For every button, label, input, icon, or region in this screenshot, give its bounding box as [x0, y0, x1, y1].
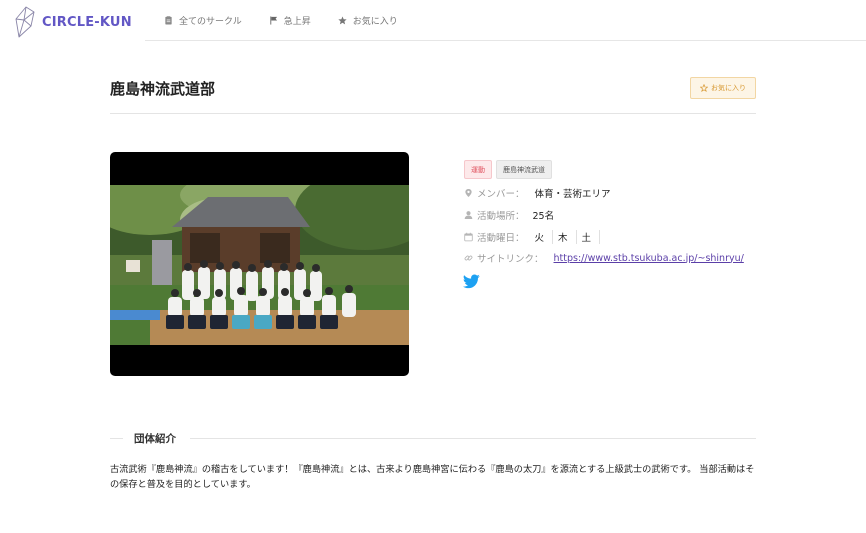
- page-title: 鹿島神流武道部: [110, 80, 216, 98]
- section-divider: [190, 438, 756, 439]
- day-value: 火: [530, 230, 554, 244]
- star-outline-icon: [700, 84, 708, 92]
- tag-category[interactable]: 運動: [464, 160, 492, 179]
- days-label: 活動曜日：: [477, 233, 525, 244]
- person-icon: [464, 210, 473, 220]
- brand-name: CIRCLE-KUN: [42, 14, 132, 30]
- flag-icon: [270, 16, 277, 25]
- days-row: 活動曜日： 火 木 土: [464, 230, 601, 244]
- add-favorite-label: お気に入り: [711, 84, 746, 92]
- place-label: 活動場所：: [477, 211, 525, 222]
- top-nav: CIRCLE-KUN 全てのサークル 急上昇 お気に入り: [0, 0, 866, 41]
- nav-divider: [145, 40, 866, 41]
- tag-list: 運動 鹿島神流武道: [464, 160, 556, 179]
- intro-text: 古流武術『鹿島神流』の稽古をしています！『鹿島神流』とは、古来より鹿島神宮に伝わ…: [110, 464, 755, 490]
- site-row: サイトリンク： https://www.stb.tsukuba.ac.jp/~s…: [464, 251, 744, 265]
- tag-discipline[interactable]: 鹿島神流武道: [496, 160, 552, 179]
- site-label: サイトリンク：: [477, 254, 544, 265]
- map-pin-icon: [464, 188, 473, 198]
- star-icon: [338, 16, 347, 25]
- members-row: メンバー： 体育・芸術エリア: [464, 186, 611, 200]
- nav-trending[interactable]: 急上昇: [269, 14, 311, 27]
- day-value: 土: [577, 230, 601, 244]
- site-link[interactable]: https://www.stb.tsukuba.ac.jp/~shinryu/: [554, 253, 744, 264]
- nav-label: お気に入り: [352, 17, 398, 27]
- link-icon: [464, 253, 473, 263]
- calendar-icon: [464, 232, 473, 242]
- brand-logo[interactable]: CIRCLE-KUN: [14, 6, 132, 38]
- nav-all-circles[interactable]: 全てのサークル: [164, 14, 242, 27]
- clipboard-icon: [165, 16, 172, 25]
- members-value: 体育・芸術エリア: [534, 189, 611, 200]
- main-menu: 全てのサークル 急上昇 お気に入り: [164, 0, 425, 41]
- place-row: 活動場所： 25名: [464, 208, 554, 222]
- place-value: 25名: [532, 211, 555, 222]
- members-label: メンバー：: [477, 189, 525, 200]
- day-value: 木: [553, 230, 577, 244]
- circle-photo: [110, 152, 409, 376]
- add-favorite-button[interactable]: お気に入り: [690, 77, 756, 99]
- nav-label: 急上昇: [283, 17, 311, 27]
- twitter-link[interactable]: [463, 274, 480, 289]
- title-divider: [110, 113, 756, 114]
- nav-label: 全てのサークル: [179, 17, 242, 27]
- section-divider: [110, 438, 123, 439]
- twitter-icon: [463, 274, 480, 289]
- nav-favorites[interactable]: お気に入り: [338, 14, 398, 27]
- intro-heading: 団体紹介: [134, 433, 176, 445]
- group-photo-image: [110, 185, 409, 345]
- crystal-logo-icon: [15, 6, 35, 38]
